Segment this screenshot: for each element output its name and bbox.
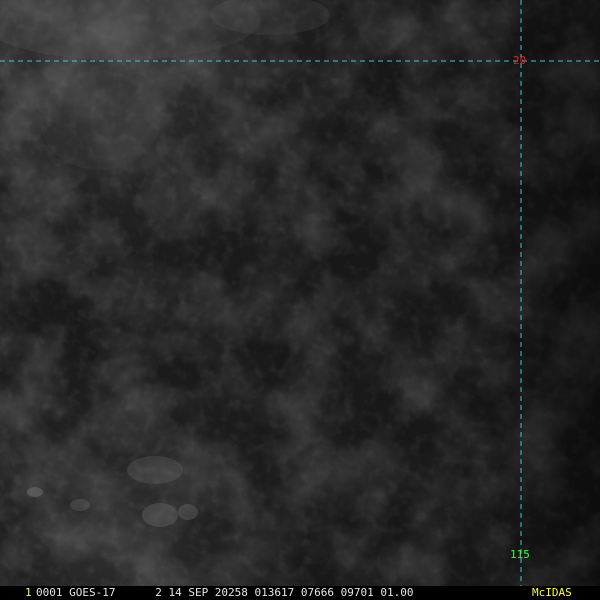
frame-number: 1 [25, 586, 32, 599]
status-bar: 1 0001 GOES-17 2 14 SEP 20258 013617 076… [0, 586, 600, 600]
longitude-label: 115 [510, 548, 530, 561]
image-metadata-text: 0001 GOES-17 2 14 SEP 20258 013617 07666… [36, 586, 414, 599]
mcidas-logo-text: McIDAS [532, 586, 572, 599]
latitude-label: 20 [513, 54, 527, 67]
satellite-image-viewer: 20 115 1 0001 GOES-17 2 14 SEP 20258 013… [0, 0, 600, 600]
satellite-cloud-image [0, 0, 600, 586]
